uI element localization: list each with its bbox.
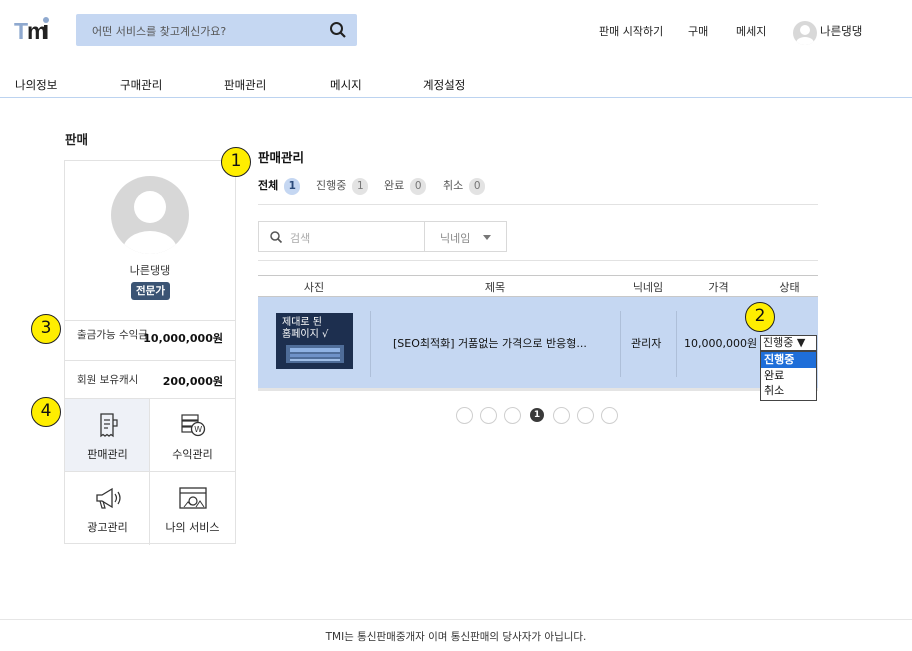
tab-all-label: 전체: [258, 179, 279, 192]
search-filter-select[interactable]: 닉네임: [440, 230, 470, 246]
chevron-down-icon[interactable]: [483, 235, 491, 240]
service-title-link[interactable]: [SEO최적화] 거품없는 가격으로 반응형...: [393, 335, 587, 351]
service-thumbnail[interactable]: 제대로 된 홈페이지 √: [276, 313, 353, 369]
svg-text:T: T: [14, 18, 28, 44]
table-row[interactable]: 제대로 된 홈페이지 √ [SEO최적화] 거품없는 가격으로 반응형... 관…: [258, 297, 818, 391]
page-dot-current[interactable]: 1: [530, 408, 544, 422]
divider: [370, 311, 371, 377]
top-header: T m 어떤 서비스를 찾고계신가요? 판매 시작하기 구매 메세지 나른댕댕: [0, 0, 912, 62]
menu-messages[interactable]: 메시지: [330, 77, 362, 93]
page-dot[interactable]: [456, 407, 473, 424]
tab-in-progress-count: 1: [352, 178, 369, 195]
quick-ad-management[interactable]: 광고관리: [65, 472, 150, 545]
col-title: 제목: [484, 281, 506, 294]
quick-my-services[interactable]: 나의 서비스: [150, 472, 235, 545]
quick-menu-grid: 판매관리 W 수익관리 광고관리 나의 서비스: [65, 398, 235, 545]
status-dropdown: 진행중 완료 취소: [760, 351, 817, 401]
profile-avatar: [111, 176, 189, 254]
quick-revenue-label: 수익관리: [172, 448, 213, 461]
tab-all-count: 1: [284, 178, 301, 195]
page-dot[interactable]: [553, 407, 570, 424]
svg-text:W: W: [194, 425, 202, 434]
global-search-placeholder: 어떤 서비스를 찾고계신가요?: [92, 25, 227, 38]
service-window-icon: [178, 485, 208, 511]
annotation-marker-2: 2: [745, 302, 775, 332]
section-title: 판매: [65, 132, 89, 147]
tab-cancelled-label: 취소: [443, 179, 464, 192]
withdrawable-value: 10,000,000원: [143, 332, 223, 345]
quick-sales-management[interactable]: 판매관리: [65, 399, 150, 472]
page-dot[interactable]: [480, 407, 497, 424]
tab-all[interactable]: 전체 1: [258, 177, 301, 195]
divider: [258, 260, 818, 261]
withdrawable-earnings-row: 출금가능 수익금 10,000,000원: [65, 320, 235, 361]
status-select[interactable]: 진행중 ▼: [760, 335, 817, 351]
page-dot[interactable]: [601, 407, 618, 424]
quick-sales-label: 판매관리: [87, 448, 128, 461]
search-icon[interactable]: [329, 21, 347, 39]
member-cash-row: 회원 보유캐시 200,000원: [65, 360, 235, 398]
tab-completed[interactable]: 완료 0: [384, 177, 427, 195]
withdrawable-label: 출금가능 수익금: [77, 329, 148, 341]
cash-value: 200,000원: [162, 375, 223, 388]
nav-username[interactable]: 나른댕댕: [820, 23, 862, 39]
row-price: 10,000,000원: [684, 337, 758, 350]
annotation-marker-1: 1: [221, 147, 251, 177]
search-icon: [269, 230, 283, 244]
annotation-marker-4: 4: [31, 397, 61, 427]
tab-cancelled[interactable]: 취소 0: [443, 177, 486, 195]
divider: [676, 311, 677, 377]
footer-divider: [0, 619, 912, 620]
expert-badge: 전문가: [131, 282, 170, 300]
profile-name: 나른댕댕: [129, 264, 171, 277]
tab-completed-count: 0: [410, 178, 427, 195]
status-option-cancelled[interactable]: 취소: [761, 383, 816, 399]
sales-table-header: 사진 제목 닉네임 가격 상태: [258, 275, 818, 297]
menu-sales-management[interactable]: 판매관리: [224, 77, 266, 93]
status-option-in-progress[interactable]: 진행중: [761, 352, 816, 368]
menu-purchase-management[interactable]: 구매관리: [120, 77, 162, 93]
page-dot[interactable]: [504, 407, 521, 424]
col-price: 가격: [708, 281, 729, 294]
page-title: 판매관리: [258, 150, 305, 165]
tab-completed-label: 완료: [384, 179, 405, 192]
main-menu-bar: 나의정보 구매관리 판매관리 메시지 계정설정: [0, 62, 912, 98]
menu-my-info[interactable]: 나의정보: [15, 77, 57, 93]
nav-message[interactable]: 메세지: [736, 23, 766, 39]
page-dot[interactable]: [577, 407, 594, 424]
sales-search-box[interactable]: 검색 닉네임: [258, 221, 507, 252]
global-search-bar[interactable]: 어떤 서비스를 찾고계신가요?: [76, 14, 357, 46]
tab-in-progress[interactable]: 진행중 1: [316, 177, 369, 195]
nav-start-selling[interactable]: 판매 시작하기: [599, 23, 663, 39]
receipt-icon: [93, 412, 123, 438]
col-nickname: 닉네임: [632, 281, 664, 294]
user-avatar[interactable]: [793, 21, 817, 45]
divider: [258, 204, 818, 205]
quick-ad-label: 광고관리: [87, 521, 128, 534]
annotation-marker-3: 3: [31, 314, 61, 344]
quick-revenue-management[interactable]: W 수익관리: [150, 399, 235, 472]
tab-cancelled-count: 0: [469, 178, 486, 195]
seller-profile-panel: 나른댕댕 전문가 출금가능 수익금 10,000,000원 회원 보유캐시 20…: [64, 160, 236, 545]
sales-search-placeholder: 검색: [290, 232, 311, 245]
divider: [620, 311, 621, 377]
footer-disclaimer: TMI는 통신판매중개자 이며 통신판매의 당사자가 아닙니다.: [325, 631, 587, 643]
col-photo: 사진: [303, 281, 325, 294]
divider: [424, 222, 425, 251]
tmi-logo[interactable]: T m: [14, 14, 54, 44]
megaphone-icon: [93, 485, 123, 511]
nav-purchase[interactable]: 구매: [688, 23, 708, 39]
won-coin-icon: W: [178, 412, 208, 438]
tab-in-progress-label: 진행중: [316, 179, 347, 192]
status-option-completed[interactable]: 완료: [761, 368, 816, 384]
menu-account-settings[interactable]: 계정설정: [423, 77, 465, 93]
quick-services-label: 나의 서비스: [165, 521, 220, 534]
cash-label: 회원 보유캐시: [77, 374, 139, 386]
row-nickname: 관리자: [631, 337, 662, 350]
col-status: 상태: [779, 281, 800, 294]
